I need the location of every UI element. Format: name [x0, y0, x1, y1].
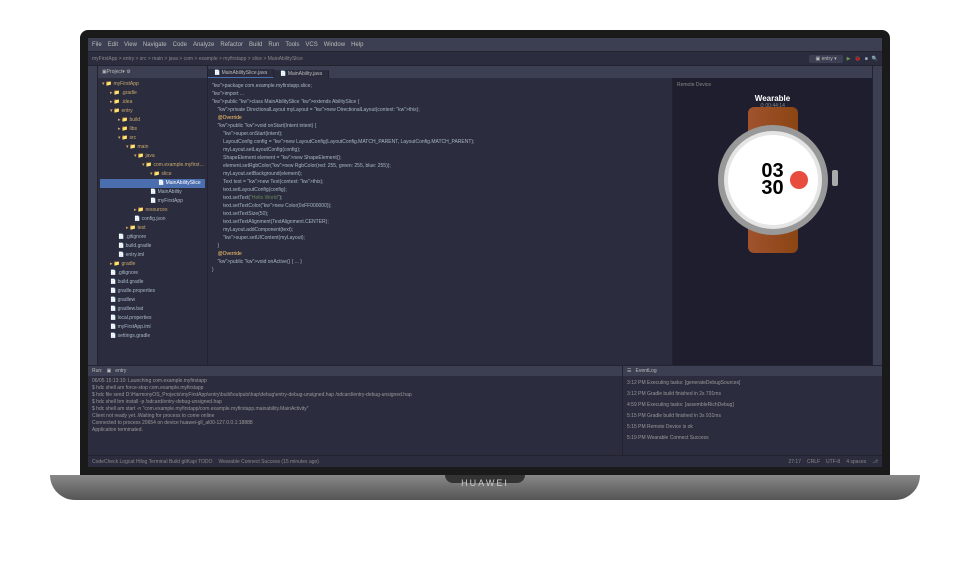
tree-item[interactable]: ▸ 📁 libs: [100, 125, 205, 134]
run-config-selector[interactable]: ▣ entry ▾: [809, 55, 842, 63]
tree-item[interactable]: 📄 build.gradle: [100, 242, 205, 251]
eventlog-output[interactable]: 3:12 PM Executing tasks: [generateDebugS…: [623, 376, 882, 446]
project-tree[interactable]: ▾ 📁 myFirstApp▸ 📁 .gradle▸ 📁 .idea▾ 📁 en…: [98, 78, 207, 343]
tree-item[interactable]: 📄 build.gradle: [100, 278, 205, 287]
debug-button[interactable]: 🐞: [855, 56, 861, 62]
bottom-tab[interactable]: TODO: [198, 459, 212, 465]
stop-button[interactable]: ■: [865, 56, 868, 62]
status-message: Wearable Connect Success (15 minutes ago…: [218, 459, 319, 465]
editor-tab[interactable]: 📄 MainAbilitySlice.java: [208, 69, 274, 78]
run-button[interactable]: ▶: [847, 56, 851, 62]
breadcrumb[interactable]: myFirstApp > entry > src > main > java >…: [92, 56, 303, 62]
tree-item[interactable]: 📄 myFirstApp.iml: [100, 323, 205, 332]
right-gutter[interactable]: [872, 66, 882, 365]
tree-item[interactable]: 📄 gradlew.bat: [100, 305, 205, 314]
code-editor[interactable]: "kw">package com.example.myfirstapp.slic…: [208, 78, 672, 365]
tree-item[interactable]: ▸ 📁 .idea: [100, 98, 205, 107]
menu-help[interactable]: Help: [351, 42, 363, 48]
bottom-tab[interactable]: gitKapi: [181, 459, 196, 465]
bottom-tab[interactable]: Hilog: [136, 459, 147, 465]
status-indicator[interactable]: CRLF: [807, 459, 820, 465]
editor-tabs: 📄 MainAbilitySlice.java📄 MainAbility.jav…: [208, 66, 872, 78]
status-indicator[interactable]: 4 spaces: [846, 459, 866, 465]
menu-window[interactable]: Window: [324, 42, 345, 48]
menu-run[interactable]: Run: [268, 42, 279, 48]
menu-analyze[interactable]: Analyze: [193, 42, 214, 48]
run-panel: Run: ▣ entry 06/05 15:13:10: Launching c…: [88, 366, 622, 455]
menu-build[interactable]: Build: [249, 42, 262, 48]
watch-crown-icon: [832, 170, 838, 186]
bottom-tab[interactable]: Terminal: [149, 459, 168, 465]
menu-vcs[interactable]: VCS: [305, 42, 317, 48]
tree-item[interactable]: 📄 gradlew: [100, 296, 205, 305]
menu-file[interactable]: File: [92, 42, 102, 48]
watch-minutes: 30: [761, 180, 783, 197]
menu-navigate[interactable]: Navigate: [143, 42, 167, 48]
menubar: File Edit View Navigate Code Analyze Refactor B…: [88, 38, 882, 52]
status-indicator[interactable]: 27:17: [788, 459, 801, 465]
tree-item[interactable]: 📄 .gitignore: [100, 233, 205, 242]
tree-item[interactable]: 📄 settings.gradle: [100, 332, 205, 341]
tree-item[interactable]: ▸ 📁 gradle: [100, 260, 205, 269]
tree-item[interactable]: ▾ 📁 entry: [100, 107, 205, 116]
tree-item[interactable]: ▾ 📁 com.example.myfirstapp: [100, 161, 205, 170]
project-header[interactable]: ▣ Project ▾ ⚙: [98, 66, 207, 78]
device-name: Wearable: [755, 94, 790, 103]
tree-item[interactable]: 📄 local.properties: [100, 314, 205, 323]
eventlog-tab[interactable]: EventLog: [635, 368, 656, 374]
tree-item[interactable]: 📄 myFirstApp: [100, 197, 205, 206]
toolbar: myFirstApp > entry > src > main > java >…: [88, 52, 882, 66]
tree-item[interactable]: 📄 MainAbilitySlice: [100, 179, 205, 188]
bottom-tab[interactable]: CodeCheck: [92, 459, 118, 465]
event-log-panel: ☰ EventLog 3:12 PM Executing tasks: [gen…: [622, 366, 882, 455]
watch-device[interactable]: 03 30: [708, 115, 838, 245]
status-indicator[interactable]: UTF-8: [826, 459, 840, 465]
menu-view[interactable]: View: [124, 42, 137, 48]
laptop-brand: HUAWEI: [461, 478, 509, 488]
preview-header: Remote Device: [677, 82, 711, 92]
menu-edit[interactable]: Edit: [108, 42, 118, 48]
bottom-tab[interactable]: Build: [169, 459, 180, 465]
tree-item[interactable]: ▾ 📁 main: [100, 143, 205, 152]
menu-code[interactable]: Code: [173, 42, 187, 48]
tree-item[interactable]: 📄 gradle.properties: [100, 287, 205, 296]
tree-item[interactable]: 📄 config.json: [100, 215, 205, 224]
tree-item[interactable]: 📄 .gitignore: [100, 269, 205, 278]
menu-refactor[interactable]: Refactor: [220, 42, 243, 48]
tree-item[interactable]: 📄 entry.iml: [100, 251, 205, 260]
status-bar: CodeCheck Logcat Hilog Terminal Build gi…: [88, 455, 882, 467]
device-preview-panel: Remote Device Wearable ⏱ 00:44:14 03 30: [672, 78, 872, 365]
bottom-tab[interactable]: Logcat: [120, 459, 135, 465]
tree-item[interactable]: ▸ 📁 test: [100, 224, 205, 233]
watch-complication-icon: [790, 171, 808, 189]
tree-item[interactable]: ▾ 📁 java: [100, 152, 205, 161]
editor-tab[interactable]: 📄 MainAbility.java: [274, 70, 329, 78]
project-panel: ▣ Project ▾ ⚙ ▾ 📁 myFirstApp▸ 📁 .gradle▸…: [98, 66, 208, 365]
tree-item[interactable]: ▾ 📁 slice: [100, 170, 205, 179]
tree-item[interactable]: ▾ 📁 myFirstApp: [100, 80, 205, 89]
search-icon[interactable]: 🔍: [872, 56, 878, 62]
ide-window: File Edit View Navigate Code Analyze Refactor B…: [88, 38, 882, 467]
tree-item[interactable]: ▸ 📁 resources: [100, 206, 205, 215]
tree-item[interactable]: ▾ 📁 src: [100, 134, 205, 143]
menu-tools[interactable]: Tools: [285, 42, 299, 48]
tree-item[interactable]: ▸ 📁 build: [100, 116, 205, 125]
laptop-base: HUAWEI: [50, 475, 920, 500]
status-indicator[interactable]: ⎇: [872, 459, 878, 465]
run-output[interactable]: 06/05 15:13:10: Launching com.example.my…: [88, 376, 622, 436]
left-gutter[interactable]: [88, 66, 98, 365]
tree-item[interactable]: 📄 MainAbility: [100, 188, 205, 197]
tree-item[interactable]: ▸ 📁 .gradle: [100, 89, 205, 98]
run-tab[interactable]: Run:: [92, 368, 103, 374]
